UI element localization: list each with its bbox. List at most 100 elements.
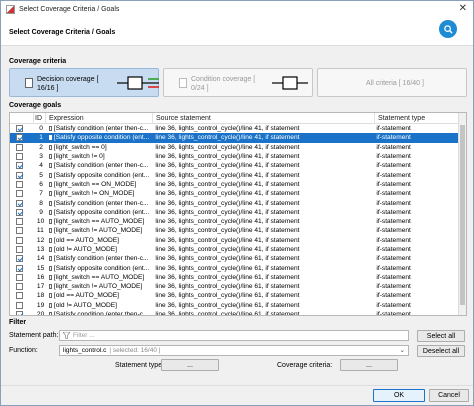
row-checkbox[interactable] <box>16 143 23 151</box>
chevron-down-icon[interactable]: ⌄ <box>400 346 405 355</box>
row-source-statement: line 36, lights_control_cycle()/line 61,… <box>155 273 300 281</box>
row-id: 18 <box>36 292 45 300</box>
row-id: 20 <box>36 311 45 316</box>
table-row[interactable]: 4 [Satisfy condition (enter then-c... line… <box>10 161 466 170</box>
dialog-window: Select Coverage Criteria / Goals ✕ Selec… <box>0 0 474 406</box>
table-row[interactable]: 11 [light_switch != AUTO_MODE] line 36, li… <box>10 226 466 235</box>
row-checkbox-cell <box>10 171 34 179</box>
row-checkbox[interactable] <box>16 208 23 216</box>
table-row[interactable]: 18 [old == AUTO_MODE] line 36, lights_cont… <box>10 291 466 300</box>
row-statement-type: if-statement <box>376 255 411 263</box>
table-row[interactable]: 14 [Satisfy condition (enter then-c... lin… <box>10 254 466 263</box>
row-checkbox[interactable] <box>16 171 23 179</box>
row-statement-type: if-statement <box>376 236 411 244</box>
close-icon[interactable]: ✕ <box>459 3 467 14</box>
deselect-all-button[interactable]: Deselect all <box>417 345 465 357</box>
vertical-scrollbar[interactable] <box>458 113 466 315</box>
table-header: ID Expression Source statement Statement… <box>10 113 466 124</box>
table-row[interactable]: 3 [light_switch != 0] line 36, lights_cont… <box>10 152 466 161</box>
row-expression-text: [Satisfy condition (enter then-c... <box>53 199 149 207</box>
table-row[interactable]: 0 [Satisfy condition (enter then-c... line… <box>10 124 466 133</box>
row-source-statement: line 36, lights_control_cycle()/line 41,… <box>155 134 300 142</box>
row-expression: [old == AUTO_MODE] <box>46 291 153 300</box>
row-id: 10 <box>36 218 45 226</box>
row-checkbox-cell <box>10 199 34 207</box>
table-row[interactable]: 20 [Satisfy condition (enter then-c... lin… <box>10 310 466 316</box>
table-row[interactable]: 6 [light_switch == ON_MODE] line 36, light… <box>10 180 466 189</box>
table-row[interactable]: 16 [light_switch == AUTO_MODE] line 36, li… <box>10 273 466 282</box>
table-row[interactable]: 9 [Satisfy opposite condition (ent... line… <box>10 208 466 217</box>
row-source-statement: line 36, lights_control_cycle()/line 61,… <box>155 311 300 316</box>
row-expression: [Satisfy condition (enter then-c... <box>46 254 153 263</box>
criterion-condition-coverage[interactable]: Condition coverage [ 0/24 ] <box>163 68 313 97</box>
table-row[interactable]: 8 [Satisfy condition (enter then-c... line… <box>10 198 466 207</box>
row-checkbox[interactable] <box>16 283 23 291</box>
table-row[interactable]: 19 [old != AUTO_MODE] line 36, lights_cont… <box>10 301 466 310</box>
row-checkbox-cell <box>10 208 34 216</box>
row-expression: [light_switch == 0] <box>46 143 153 152</box>
row-checkbox[interactable] <box>16 190 23 198</box>
table-row[interactable]: 1 [Satisfy opposite condition (ent... line… <box>10 133 466 143</box>
table-row[interactable]: 15 [Satisfy opposite condition (ent... lin… <box>10 263 466 272</box>
row-checkbox[interactable] <box>16 218 23 226</box>
row-expression: [Satisfy condition (enter then-c... <box>46 310 153 315</box>
row-checkbox[interactable] <box>16 292 23 300</box>
expression-icon <box>48 172 52 178</box>
row-checkbox[interactable] <box>16 301 23 309</box>
row-checkbox[interactable] <box>16 264 23 272</box>
row-checkbox[interactable] <box>16 162 23 170</box>
expression-icon <box>48 154 52 160</box>
row-checkbox[interactable] <box>16 273 23 281</box>
search-help-icon[interactable] <box>439 20 457 38</box>
row-checkbox[interactable] <box>16 311 23 315</box>
row-checkbox-cell <box>10 273 34 281</box>
statement-path-input[interactable]: Filter ... <box>59 330 409 341</box>
row-checkbox[interactable] <box>16 125 23 133</box>
row-checkbox-cell <box>10 134 34 142</box>
row-statement-type: if-statement <box>376 190 411 198</box>
column-statement-type[interactable]: Statement type <box>375 113 460 124</box>
row-checkbox[interactable] <box>16 255 23 263</box>
select-all-button[interactable]: Select all <box>417 330 465 342</box>
document-icon <box>179 78 187 88</box>
table-row[interactable]: 17 [light_switch != AUTO_MODE] line 36, li… <box>10 282 466 291</box>
column-source-statement[interactable]: Source statement <box>153 113 375 124</box>
row-checkbox[interactable] <box>16 180 23 188</box>
row-checkbox[interactable] <box>16 236 23 244</box>
filter-label: Filter <box>9 319 27 326</box>
row-checkbox[interactable] <box>16 134 23 142</box>
row-expression-text: [Satisfy opposite condition (ent... <box>53 264 150 272</box>
scrollbar-thumb[interactable] <box>460 125 465 305</box>
row-checkbox[interactable] <box>16 199 23 207</box>
row-checkbox-cell <box>10 246 34 253</box>
table-row[interactable]: 7 [light_switch != ON_MODE] line 36, light… <box>10 189 466 198</box>
ok-button[interactable]: OK <box>373 389 425 402</box>
filter-icon <box>63 332 70 339</box>
statement-type-button[interactable]: ... <box>161 359 219 371</box>
column-id[interactable]: ID <box>34 113 46 124</box>
table-row[interactable]: 10 [light_switch == AUTO_MODE] line 36, li… <box>10 217 466 226</box>
row-checkbox-cell <box>10 255 34 263</box>
expression-icon <box>48 274 52 280</box>
expression-icon <box>48 293 52 299</box>
row-checkbox[interactable] <box>16 153 23 161</box>
criterion-all[interactable]: All criteria [ 16/40 ] <box>317 68 467 97</box>
row-source-statement: line 36, lights_control_cycle()/line 61,… <box>155 255 300 263</box>
decision-diagram-icon <box>117 76 159 90</box>
row-expression: [light_switch != ON_MODE] <box>46 189 153 198</box>
cancel-button[interactable]: Cancel <box>429 389 469 402</box>
criterion-decision-coverage[interactable]: Decision coverage [ 16/16 ] <box>9 68 159 97</box>
row-source-statement: line 36, lights_control_cycle()/line 41,… <box>155 208 300 216</box>
row-id: 7 <box>39 190 43 198</box>
coverage-criteria-button[interactable]: ... <box>340 359 398 371</box>
table-row[interactable]: 2 [light_switch == 0] line 36, lights_cont… <box>10 143 466 152</box>
table-row[interactable]: 12 [old == AUTO_MODE] line 36, lights_cont… <box>10 236 466 245</box>
table-row[interactable]: 13 [old != AUTO_MODE] line 36, lights_cont… <box>10 245 466 254</box>
row-expression-text: [Satisfy opposite condition (ent... <box>53 208 150 216</box>
row-checkbox[interactable] <box>16 227 23 235</box>
row-checkbox[interactable] <box>16 246 23 253</box>
function-select[interactable]: lights_control.c | selected: 16/40 | ⌄ <box>59 345 409 356</box>
table-row[interactable]: 5 [Satisfy opposite condition (ent... line… <box>10 170 466 179</box>
expression-icon <box>48 219 52 225</box>
column-expression[interactable]: Expression <box>46 113 153 124</box>
